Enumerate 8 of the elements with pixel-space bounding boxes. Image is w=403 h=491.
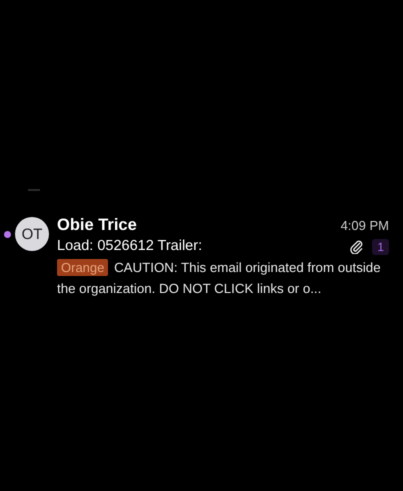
time: 4:09 PM	[340, 218, 389, 232]
subject: Load: 0526612 Trailer:	[57, 237, 202, 256]
message-row[interactable]: OT Obie Trice 4:09 PM Load: 0526612 Trailer: 1 Orange CAUTION: This email originated from outside the organization. DO NOT CLICK links or o...	[0, 214, 403, 299]
category-tag: Orange	[57, 259, 108, 276]
message-preview: Orange CAUTION: This email originated from outside the organization. DO NOT CLICK links or o...	[57, 258, 382, 298]
thread-count: 1	[372, 238, 389, 254]
sender-name: Obie Trice	[57, 215, 137, 236]
avatar: OT	[15, 217, 49, 251]
